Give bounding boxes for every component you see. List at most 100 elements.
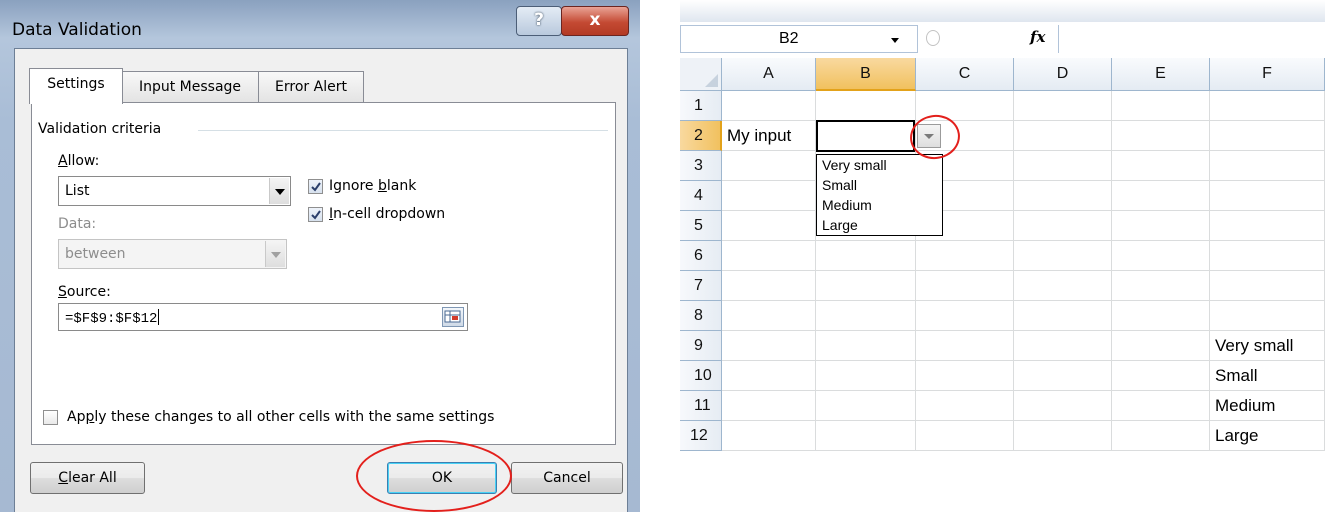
close-button[interactable]: x	[561, 6, 629, 36]
column-header-f[interactable]: F	[1210, 58, 1325, 91]
dropdown-option[interactable]: Medium	[817, 195, 942, 215]
cell-f8[interactable]	[1210, 301, 1325, 331]
chevron-down-icon[interactable]	[891, 38, 899, 43]
cell-e2[interactable]	[1112, 121, 1210, 151]
cell-b11[interactable]	[816, 391, 916, 421]
cell-c11[interactable]	[916, 391, 1014, 421]
chevron-down-icon[interactable]	[269, 178, 289, 204]
cell-f3[interactable]	[1210, 151, 1325, 181]
cell-a4[interactable]	[722, 181, 816, 211]
cell-a3[interactable]	[722, 151, 816, 181]
cell-f9[interactable]: Very small	[1210, 331, 1325, 361]
formula-bar-resize-icon[interactable]	[926, 30, 940, 46]
cell-f5[interactable]	[1210, 211, 1325, 241]
cell-dropdown-button[interactable]	[917, 124, 941, 148]
cell-b9[interactable]	[816, 331, 916, 361]
help-button[interactable]: ?	[516, 6, 562, 36]
cell-e3[interactable]	[1112, 151, 1210, 181]
cell-e8[interactable]	[1112, 301, 1210, 331]
cell-e12[interactable]	[1112, 421, 1210, 451]
cell-c12[interactable]	[916, 421, 1014, 451]
cell-c9[interactable]	[916, 331, 1014, 361]
cell-d12[interactable]	[1014, 421, 1112, 451]
cell-e4[interactable]	[1112, 181, 1210, 211]
cell-e1[interactable]	[1112, 91, 1210, 121]
cell-a2[interactable]: My input	[722, 121, 816, 151]
cell-f10[interactable]: Small	[1210, 361, 1325, 391]
insert-function-icon[interactable]: fx	[1030, 28, 1045, 46]
cell-d4[interactable]	[1014, 181, 1112, 211]
allow-select[interactable]: List	[58, 176, 291, 206]
cell-b8[interactable]	[816, 301, 916, 331]
formula-input[interactable]	[1059, 25, 1325, 53]
cell-d1[interactable]	[1014, 91, 1112, 121]
cell-f11[interactable]: Medium	[1210, 391, 1325, 421]
cell-a5[interactable]	[722, 211, 816, 241]
row-header-11[interactable]: 11	[680, 391, 722, 421]
column-header-b[interactable]: B	[816, 58, 916, 91]
cell-f7[interactable]	[1210, 271, 1325, 301]
cell-b7[interactable]	[816, 271, 916, 301]
cell-d10[interactable]	[1014, 361, 1112, 391]
row-header-10[interactable]: 10	[680, 361, 722, 391]
tab-error-alert[interactable]: Error Alert	[258, 71, 364, 103]
column-header-c[interactable]: C	[916, 58, 1014, 91]
active-cell-b2[interactable]	[816, 120, 915, 152]
cell-a12[interactable]	[722, 421, 816, 451]
row-header-12[interactable]: 12	[680, 421, 722, 451]
source-input[interactable]: =$F$9:$F$12	[58, 303, 468, 331]
cell-e10[interactable]	[1112, 361, 1210, 391]
cell-a9[interactable]	[722, 331, 816, 361]
row-header-3[interactable]: 3	[680, 151, 722, 181]
ok-button[interactable]: OK	[387, 462, 497, 494]
cell-c10[interactable]	[916, 361, 1014, 391]
cell-a7[interactable]	[722, 271, 816, 301]
cancel-button[interactable]: Cancel	[511, 462, 623, 494]
clear-all-button[interactable]: Clear All	[30, 462, 145, 494]
cell-f12[interactable]: Large	[1210, 421, 1325, 451]
cell-a8[interactable]	[722, 301, 816, 331]
row-header-1[interactable]: 1	[680, 91, 722, 121]
dropdown-option[interactable]: Very small	[817, 155, 942, 175]
cell-a10[interactable]	[722, 361, 816, 391]
row-header-5[interactable]: 5	[680, 211, 722, 241]
row-header-6[interactable]: 6	[680, 241, 722, 271]
collapse-dialog-icon[interactable]	[442, 307, 464, 327]
cell-f4[interactable]	[1210, 181, 1325, 211]
cell-e11[interactable]	[1112, 391, 1210, 421]
cell-d6[interactable]	[1014, 241, 1112, 271]
cell-c7[interactable]	[916, 271, 1014, 301]
apply-all-checkbox[interactable]	[43, 410, 58, 425]
tab-input-message[interactable]: Input Message	[121, 71, 259, 103]
cell-e5[interactable]	[1112, 211, 1210, 241]
cell-d7[interactable]	[1014, 271, 1112, 301]
cell-f2[interactable]	[1210, 121, 1325, 151]
cell-a11[interactable]	[722, 391, 816, 421]
row-header-8[interactable]: 8	[680, 301, 722, 331]
cell-b1[interactable]	[816, 91, 916, 121]
cell-c8[interactable]	[916, 301, 1014, 331]
name-box[interactable]: B2	[680, 25, 918, 53]
column-header-a[interactable]: A	[722, 58, 816, 91]
row-header-7[interactable]: 7	[680, 271, 722, 301]
cell-d8[interactable]	[1014, 301, 1112, 331]
cell-d11[interactable]	[1014, 391, 1112, 421]
cell-d9[interactable]	[1014, 331, 1112, 361]
tab-settings[interactable]: Settings	[29, 68, 123, 104]
row-header-2[interactable]: 2	[680, 121, 722, 151]
dropdown-option[interactable]: Small	[817, 175, 942, 195]
cell-a1[interactable]	[722, 91, 816, 121]
in-cell-dropdown-checkbox[interactable]	[308, 207, 323, 222]
cell-c1[interactable]	[916, 91, 1014, 121]
row-header-4[interactable]: 4	[680, 181, 722, 211]
cell-e7[interactable]	[1112, 271, 1210, 301]
cell-b6[interactable]	[816, 241, 916, 271]
cell-e6[interactable]	[1112, 241, 1210, 271]
row-header-9[interactable]: 9	[680, 331, 722, 361]
cell-c6[interactable]	[916, 241, 1014, 271]
column-header-e[interactable]: E	[1112, 58, 1210, 91]
ignore-blank-checkbox[interactable]	[308, 179, 323, 194]
cell-d5[interactable]	[1014, 211, 1112, 241]
dropdown-option[interactable]: Large	[817, 215, 942, 235]
cell-f6[interactable]	[1210, 241, 1325, 271]
